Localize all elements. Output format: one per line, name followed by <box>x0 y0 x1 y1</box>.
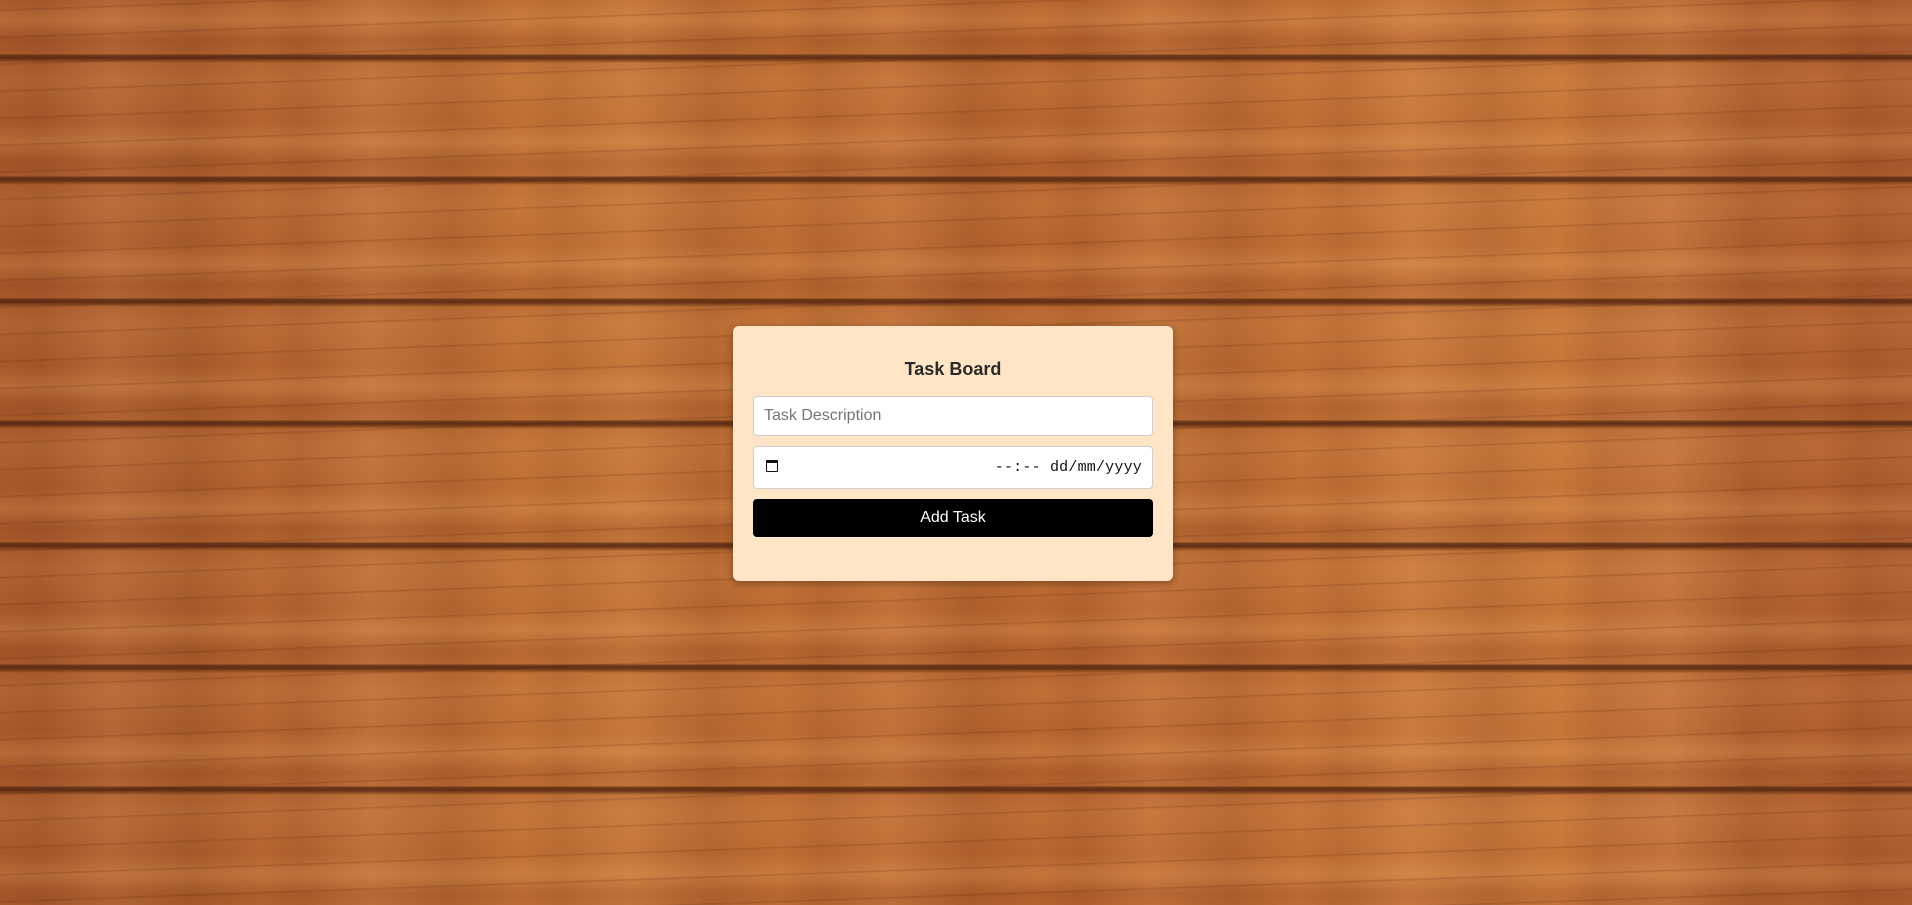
page-background: { "board": { "title": "Task Board", "des… <box>0 0 1912 905</box>
datetime-placeholder: --:-- dd/mm/yyyy <box>994 459 1142 476</box>
task-datetime-input[interactable]: --:-- dd/mm/yyyy <box>753 446 1153 489</box>
page-title: Task Board <box>904 359 1002 379</box>
task-board-card: Task Board --:-- dd/mm/yyyy Add Task <box>733 326 1173 581</box>
calendar-icon[interactable] <box>766 460 778 472</box>
task-description-input[interactable] <box>753 396 1153 436</box>
add-task-button[interactable]: Add Task <box>753 499 1153 537</box>
